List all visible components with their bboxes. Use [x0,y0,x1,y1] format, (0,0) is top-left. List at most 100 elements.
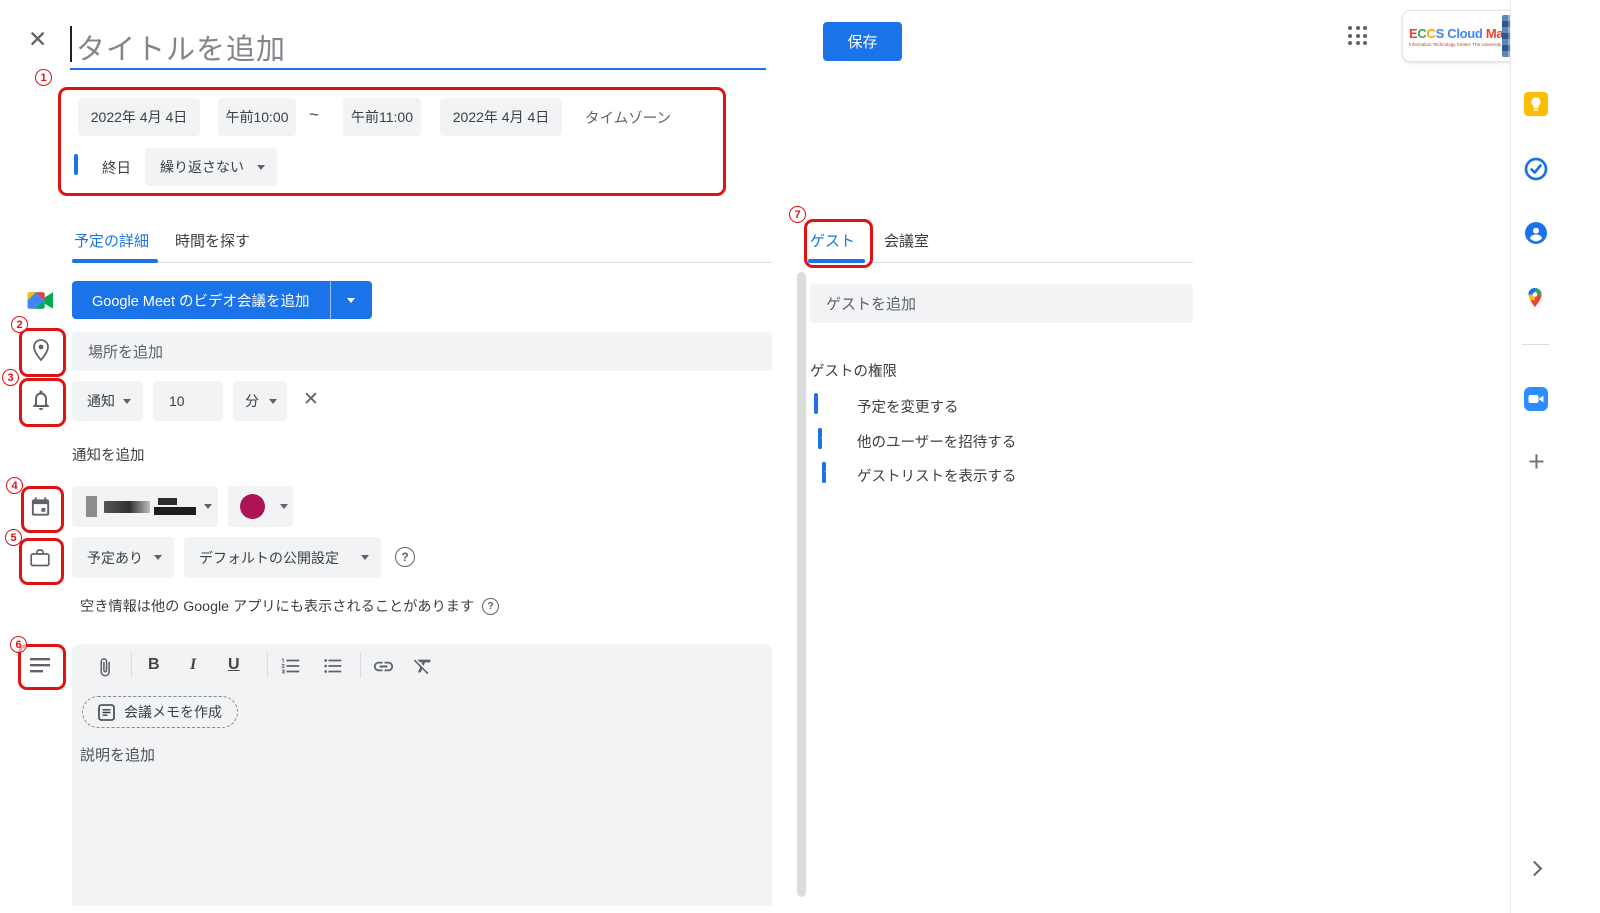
tab-guests[interactable]: ゲスト [810,230,855,251]
get-add-ons-plus-icon[interactable]: + [1528,448,1545,477]
attach-paperclip-icon[interactable] [94,655,116,685]
start-date-button[interactable]: 2022年 4月 4日 [78,98,200,136]
end-date-button[interactable]: 2022年 4月 4日 [440,98,562,136]
notification-type-value: 通知 [87,391,115,411]
all-day-checkbox[interactable] [74,154,78,175]
add-google-meet-label: Google Meet のビデオ会議を追加 [72,281,330,319]
permission-modify-event-label: 予定を変更する [857,396,959,417]
clear-formatting-icon[interactable] [412,655,434,682]
google-tasks-icon[interactable] [1524,157,1548,186]
text-cursor [70,26,72,62]
logo-subtitle: Information Technology Center, The Unive… [1409,42,1502,47]
dropdown-caret-icon [257,165,265,170]
meeting-notes-label: 会議メモを作成 [124,702,222,722]
tab-find-time[interactable]: 時間を探す [175,230,250,251]
privacy-value: デフォルトの公開設定 [199,548,339,568]
google-contacts-icon[interactable] [1524,221,1548,250]
end-time-button[interactable]: 午前11:00 [343,98,421,136]
all-day-label: 終日 [102,157,131,178]
availability-note: 空き情報は他の Google アプリにも表示されることがあります ? [80,596,499,616]
document-icon [98,704,115,721]
meet-options-dropdown[interactable] [330,281,372,319]
title-placeholder: タイトルを追加 [76,26,286,68]
briefcase-icon [28,546,52,575]
start-time-button[interactable]: 午前10:00 [218,98,296,136]
event-title-input[interactable]: タイトルを追加 [70,18,766,70]
active-tab-underline [808,259,865,263]
add-notification-link[interactable]: 通知を追加 [72,444,145,465]
permission-see-guest-list-label: ゲストリストを表示する [857,465,1017,486]
tabs-divider [808,262,1193,263]
google-side-panel [1510,0,1600,913]
redacted-calendar-name [154,507,196,515]
toolbar-separator [360,652,361,678]
add-google-meet-button[interactable]: Google Meet のビデオ会議を追加 [72,281,372,319]
privacy-help-icon[interactable]: ? [395,547,415,567]
active-tab-underline [72,259,158,263]
description-placeholder[interactable]: 説明を追加 [80,744,155,765]
google-calendar-event-editor: ✕ タイトルを追加 保存 ECCS Cloud Mail Information… [0,0,1600,913]
notification-type-dropdown[interactable]: 通知 [72,381,143,421]
permission-invite-others-checkbox[interactable] [818,428,822,449]
sidebar-divider [1522,344,1549,345]
permission-invite-others-label: 他のユーザーを招待する [857,431,1016,452]
calendar-icon [29,495,52,524]
event-color-swatch [240,494,265,519]
insert-link-icon[interactable] [372,655,395,683]
location-input[interactable]: 場所を追加 [72,332,772,371]
busy-status-dropdown[interactable]: 予定あり [72,537,174,578]
close-icon[interactable]: ✕ [28,28,47,51]
logo-word-cloud: Cloud [1447,26,1482,41]
annotation-number-6: 6 [10,636,27,653]
bold-button[interactable]: B [148,654,160,676]
redacted-calendar-name [104,501,150,513]
tab-event-details[interactable]: 予定の詳細 [74,230,149,251]
zoom-app-icon[interactable] [1524,387,1548,416]
location-pin-icon [29,337,53,368]
description-area[interactable] [72,644,772,906]
recurrence-dropdown[interactable]: 繰り返さない [145,148,277,186]
permission-modify-event-checkbox[interactable] [814,393,818,414]
dropdown-caret-icon [361,555,369,560]
underline-button[interactable]: U [228,654,240,676]
guest-permissions-title: ゲストの権限 [810,360,897,381]
google-keep-icon[interactable] [1524,92,1548,121]
annotation-number-2: 2 [11,316,28,333]
availability-help-icon[interactable]: ? [482,598,499,615]
dropdown-caret-icon [280,504,288,509]
redacted-calendar-name [158,498,177,505]
event-color-dropdown[interactable] [228,486,293,527]
annotation-number-7: 7 [789,206,806,223]
notification-amount-input[interactable]: 10 [153,381,223,421]
dropdown-caret-icon [123,399,131,404]
time-range-separator: ~ [309,105,319,125]
vertical-scrollbar[interactable] [797,272,806,897]
dropdown-caret-icon [204,504,212,509]
tab-rooms[interactable]: 会議室 [884,230,929,251]
remove-notification-icon[interactable]: ✕ [303,390,319,409]
toolbar-separator [131,652,132,678]
notification-unit-dropdown[interactable]: 分 [233,381,287,421]
italic-button[interactable]: I [190,654,196,676]
annotation-number-3: 3 [2,369,19,386]
logo-text: ECCS Cloud Mail Information Technology C… [1409,26,1502,47]
timezone-link[interactable]: タイムゾーン [585,107,671,128]
google-maps-icon[interactable] [1524,285,1546,315]
busy-status-value: 予定あり [87,548,143,568]
toolbar-separator [267,652,268,678]
google-apps-grid-icon[interactable] [1348,26,1368,46]
add-guests-input[interactable]: ゲストを追加 [810,284,1193,323]
notification-bell-icon [29,387,53,418]
dropdown-caret-icon [154,555,162,560]
description-lines-icon [28,654,52,681]
calendar-select-dropdown[interactable] [72,486,218,527]
numbered-list-icon[interactable] [280,655,302,682]
privacy-dropdown[interactable]: デフォルトの公開設定 [184,537,381,578]
bulleted-list-icon[interactable] [322,655,344,682]
logo-letter: S [1436,26,1444,41]
dropdown-caret-icon [347,298,355,303]
annotation-number-1: 1 [35,69,52,86]
save-button[interactable]: 保存 [823,22,902,61]
create-meeting-notes-button[interactable]: 会議メモを作成 [82,696,238,728]
permission-see-guest-list-checkbox[interactable] [822,462,826,483]
